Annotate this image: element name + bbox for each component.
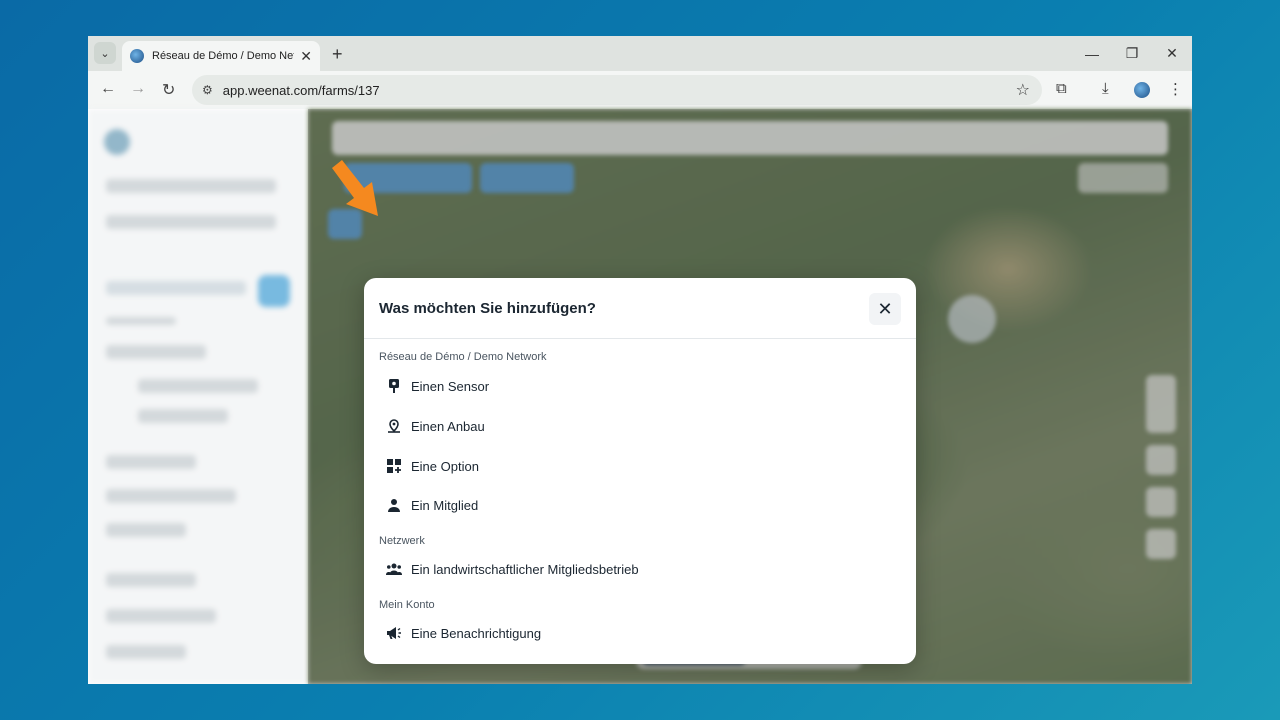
reload-button[interactable]: ↻	[162, 80, 175, 100]
option-icon	[386, 458, 402, 474]
browser-toolbar: ← → ↻ ⚙ app.weenat.com/farms/137 ☆ ⧉ ⤓ ⋮	[88, 71, 1192, 109]
tab-title: Réseau de Démo / Demo Netw	[152, 50, 295, 62]
close-icon: ✕	[877, 298, 893, 319]
add-notification-item[interactable]: Eine Benachrichtigung	[386, 621, 541, 645]
add-plot-item[interactable]: Einen Anbau	[386, 414, 485, 438]
section-label-network: Réseau de Démo / Demo Network	[379, 351, 547, 363]
favicon-icon	[130, 49, 144, 63]
section-label-konto: Mein Konto	[379, 599, 435, 611]
item-label: Einen Anbau	[411, 418, 485, 434]
item-label: Ein landwirtschaftlicher Mitgliedsbetrie…	[411, 561, 639, 577]
profile-avatar[interactable]	[1134, 82, 1150, 98]
browser-window: ⌄ Réseau de Démo / Demo Netw ✕ + — ❐ ✕ ←…	[88, 36, 1192, 684]
app-area: Was möchten Sie hinzufügen? ✕ Réseau de …	[88, 109, 1192, 684]
dialog-close-button[interactable]: ✕	[869, 293, 901, 325]
url-text: app.weenat.com/farms/137	[222, 82, 380, 98]
window-controls: — ❐ ✕	[1072, 36, 1192, 71]
restore-button[interactable]: ❐	[1112, 36, 1152, 71]
address-bar[interactable]: ⚙ app.weenat.com/farms/137 ☆	[192, 75, 1042, 105]
site-info-icon[interactable]: ⚙	[202, 83, 213, 97]
browser-tab[interactable]: Réseau de Démo / Demo Netw ✕	[122, 41, 320, 71]
chevron-down-icon: ⌄	[100, 47, 110, 60]
pointer-arrow-icon	[332, 160, 378, 216]
add-member-item[interactable]: Ein Mitglied	[386, 493, 478, 517]
new-tab-button[interactable]: +	[332, 44, 343, 65]
add-dialog: Was möchten Sie hinzufügen? ✕ Réseau de …	[364, 278, 916, 664]
dialog-title: Was möchten Sie hinzufügen?	[379, 300, 596, 317]
download-icon[interactable]: ⤓	[1102, 80, 1109, 97]
window-close-button[interactable]: ✕	[1152, 36, 1192, 71]
sensor-icon	[386, 378, 402, 394]
add-option-item[interactable]: Eine Option	[386, 454, 479, 478]
tab-close-icon[interactable]: ✕	[300, 48, 312, 65]
member-icon	[386, 497, 402, 513]
tab-search-button[interactable]: ⌄	[94, 42, 116, 64]
bookmark-star-icon[interactable]: ☆	[1016, 80, 1030, 100]
back-button[interactable]: ←	[100, 80, 116, 98]
plot-icon	[386, 418, 402, 434]
group-icon	[386, 561, 402, 577]
tab-strip: ⌄ Réseau de Démo / Demo Netw ✕ + — ❐ ✕	[88, 36, 1192, 71]
minimize-button[interactable]: —	[1072, 36, 1112, 71]
dialog-header: Was möchten Sie hinzufügen? ✕	[364, 278, 916, 339]
section-label-netzwerk: Netzwerk	[379, 535, 425, 547]
forward-button[interactable]: →	[130, 80, 146, 98]
item-label: Einen Sensor	[411, 378, 490, 394]
megaphone-icon	[386, 625, 402, 641]
add-farm-item[interactable]: Ein landwirtschaftlicher Mitgliedsbetrie…	[386, 557, 639, 581]
extensions-icon[interactable]: ⧉	[1056, 80, 1067, 97]
add-sensor-item[interactable]: Einen Sensor	[386, 374, 489, 398]
item-label: Eine Option	[411, 458, 479, 474]
item-label: Ein Mitglied	[411, 497, 479, 513]
menu-kebab-icon[interactable]: ⋮	[1168, 80, 1183, 98]
item-label: Eine Benachrichtigung	[411, 625, 542, 641]
